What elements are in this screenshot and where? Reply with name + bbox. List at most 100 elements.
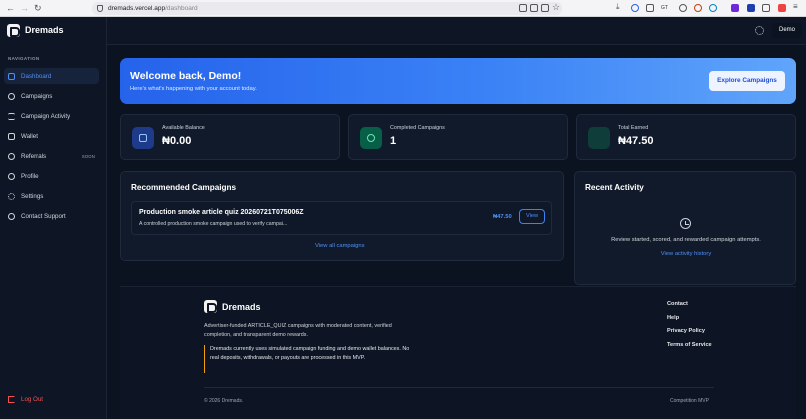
bookmark-star-icon[interactable]: ☆ (552, 2, 560, 12)
view-activity-history-link[interactable]: View activity history (575, 251, 797, 257)
url-path: /dashboard (165, 5, 198, 12)
logout-label: Log Out (21, 396, 44, 403)
sidebar-item-label: Campaign Activity (21, 112, 71, 120)
campaign-title: Production smoke article quiz 20260721T0… (139, 209, 304, 216)
user-menu-button[interactable]: Demo (772, 23, 802, 38)
wallet-icon (8, 132, 15, 140)
sidebar-item-referrals[interactable]: Referrals SOON (4, 148, 99, 164)
sidebar-item-label: Wallet (21, 132, 38, 140)
list-icon (8, 112, 15, 120)
extensions-icon[interactable] (762, 4, 770, 12)
extension-icon[interactable]: GT (661, 5, 669, 13)
gear-icon (8, 192, 15, 200)
sidebar-item-campaign-activity[interactable]: Campaign Activity (4, 108, 99, 124)
footer-link-terms[interactable]: Terms of Service (667, 342, 712, 348)
footer-mvp-note: Dremads currently uses simulated campaig… (204, 345, 410, 373)
footer-link-help[interactable]: Help (667, 315, 679, 321)
footer-divider (204, 387, 714, 388)
reader-icon[interactable] (519, 4, 527, 12)
sidebar-item-wallet[interactable]: Wallet (4, 128, 99, 144)
view-all-campaigns-link[interactable]: View all campaigns (315, 243, 365, 249)
footer-version: Competition MVP (670, 398, 709, 404)
view-campaign-button[interactable]: View (519, 209, 545, 224)
extension-icon[interactable] (679, 4, 687, 12)
sidebar-item-dashboard[interactable]: Dashboard (4, 68, 99, 84)
sidebar-item-settings[interactable]: Settings (4, 188, 99, 204)
welcome-subtitle: Here's what's happening with your accoun… (130, 86, 257, 92)
back-icon[interactable]: ← (6, 3, 15, 14)
brand-name: Dremads (25, 25, 64, 35)
recommended-campaigns-panel: Recommended Campaigns Production smoke a… (120, 171, 564, 261)
dremads-logo-icon (204, 300, 217, 313)
shield-icon (97, 5, 103, 12)
extension-icon[interactable] (747, 4, 755, 12)
extension-icon[interactable] (646, 4, 654, 12)
recent-activity-title: Recent Activity (585, 183, 644, 192)
dremads-logo-icon (7, 23, 20, 37)
sidebar-item-label: Campaigns (21, 92, 53, 100)
footer-brand[interactable]: Dremads (204, 300, 261, 313)
clock-icon (680, 218, 691, 229)
stat-label: Completed Campaigns (390, 125, 445, 131)
earnings-icon (588, 127, 610, 149)
menu-icon[interactable]: ≡ (793, 2, 801, 11)
extension-icon[interactable] (631, 4, 639, 12)
stat-value: ₦0.00 (162, 135, 192, 147)
logout-button[interactable]: Log Out (8, 396, 43, 403)
translate-icon[interactable] (530, 4, 538, 12)
stat-card-completed-campaigns: Completed Campaigns 1 (348, 114, 568, 160)
sidebar-item-label: Profile (21, 172, 39, 180)
sidebar-item-label: Referrals (21, 152, 47, 160)
sidebar-item-label: Contact Support (21, 212, 66, 220)
wallet-icon (132, 127, 154, 149)
footer-copyright: © 2026 Dremads. (204, 398, 244, 404)
stat-card-available-balance: Available Balance ₦0.00 (120, 114, 340, 160)
stat-label: Total Earned (618, 125, 649, 131)
extension-icon[interactable] (731, 4, 739, 12)
forward-icon[interactable]: → (20, 3, 29, 14)
brand-logo[interactable]: Dremads (7, 23, 64, 37)
sidebar-item-contact-support[interactable]: Contact Support (4, 208, 99, 224)
url-host: dremads.vercel.app (108, 5, 166, 12)
sidebar: Dremads NAVIGATION Dashboard Campaigns C… (0, 17, 107, 419)
sidebar-item-profile[interactable]: Profile (4, 168, 99, 184)
check-circle-icon (360, 127, 382, 149)
sidebar-item-campaigns[interactable]: Campaigns (4, 88, 99, 104)
stat-card-total-earned: Total Earned ₦47.50 (576, 114, 796, 160)
sidebar-item-label: Dashboard (21, 72, 52, 80)
footer-brand-name: Dremads (222, 301, 261, 312)
soon-badge: SOON (81, 153, 95, 159)
activity-empty-text: Review started, scored, and rewarded cam… (611, 237, 761, 243)
welcome-title: Welcome back, Demo! (130, 70, 242, 82)
footer-link-contact[interactable]: Contact (667, 301, 688, 307)
dashboard-icon (8, 72, 15, 80)
campaign-item[interactable]: Production smoke article quiz 20260721T0… (131, 201, 552, 235)
reload-icon[interactable]: ↻ (34, 3, 42, 14)
campaign-reward: ₦47.50 (493, 214, 512, 220)
campaign-description: A controlled production smoke campaign u… (139, 221, 288, 227)
address-bar[interactable]: dremads.vercel.app/dashboard (92, 2, 562, 15)
top-bar: Demo (107, 17, 806, 45)
sidebar-item-label: Settings (21, 192, 44, 200)
stat-value: 1 (390, 135, 397, 147)
nav-heading: NAVIGATION (8, 56, 40, 61)
stat-label: Available Balance (162, 125, 205, 131)
stat-value: ₦47.50 (618, 135, 654, 147)
user-icon (8, 172, 15, 180)
support-icon (8, 212, 15, 220)
notification-icon[interactable] (778, 4, 786, 12)
grid-icon[interactable] (541, 4, 549, 12)
footer: Dremads Advertiser-funded ARTICLE_QUIZ c… (120, 286, 796, 419)
footer-description: Advertiser-funded ARTICLE_QUIZ campaigns… (204, 323, 392, 338)
theme-toggle-sun-icon[interactable] (755, 26, 764, 35)
users-icon (8, 152, 15, 160)
extension-icon[interactable] (694, 4, 702, 12)
download-icon[interactable]: ⤓ (616, 2, 624, 11)
footer-link-privacy[interactable]: Privacy Policy (667, 328, 705, 334)
extension-icon[interactable] (709, 4, 717, 12)
explore-campaigns-button[interactable]: Explore Campaigns (709, 71, 785, 91)
browser-toolbar: ← → ↻ dremads.vercel.app/dashboard ☆ ⤓ G… (0, 0, 806, 17)
recommended-title: Recommended Campaigns (131, 183, 237, 192)
compass-icon (8, 92, 15, 100)
welcome-banner: Welcome back, Demo! Here's what's happen… (120, 58, 796, 104)
